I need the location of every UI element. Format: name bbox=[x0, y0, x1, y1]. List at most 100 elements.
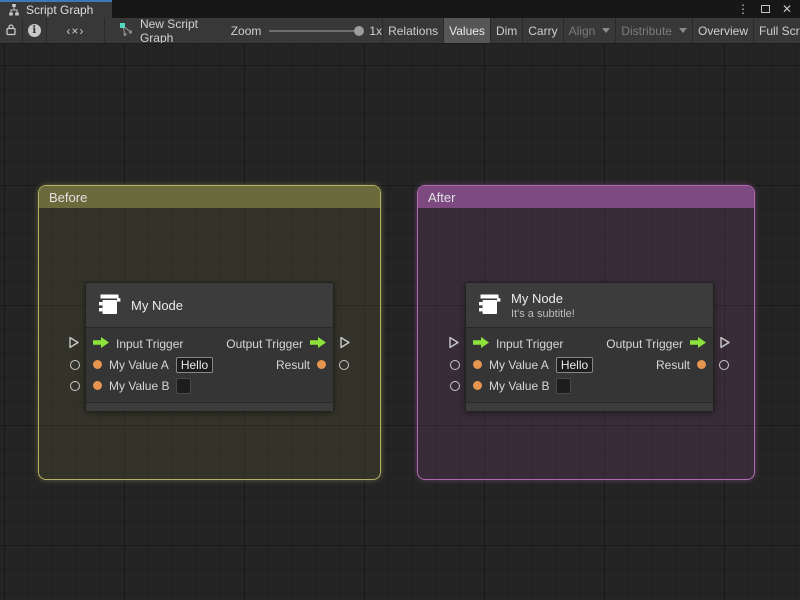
value-a-input[interactable]: Hello bbox=[555, 356, 594, 373]
tab-script-graph[interactable]: Script Graph bbox=[0, 0, 112, 18]
values-button[interactable]: Values bbox=[444, 18, 491, 43]
values-label: Values bbox=[449, 23, 485, 38]
fullscreen-button[interactable]: Full Screen bbox=[754, 18, 800, 43]
port-row-value-a: My Value A Hello Result bbox=[86, 354, 333, 375]
external-value-b-port[interactable] bbox=[70, 381, 80, 391]
align-label: Align bbox=[568, 23, 596, 38]
external-result-port[interactable] bbox=[719, 360, 729, 370]
lock-button[interactable] bbox=[0, 18, 22, 43]
value-b-port-icon[interactable] bbox=[93, 381, 102, 390]
external-output-trigger-port[interactable] bbox=[339, 336, 351, 352]
zoom-value: 1x bbox=[369, 23, 383, 38]
result-label: Result bbox=[275, 357, 310, 372]
relations-button[interactable]: Relations bbox=[383, 18, 445, 43]
group-before-header[interactable]: Before bbox=[39, 186, 380, 208]
overview-button[interactable]: Overview bbox=[693, 18, 754, 43]
graph-hierarchy-icon bbox=[8, 4, 20, 16]
input-trigger-label: Input Trigger bbox=[496, 336, 564, 351]
dim-button[interactable]: Dim bbox=[491, 18, 524, 43]
overview-label: Overview bbox=[697, 23, 748, 38]
more-menu-icon[interactable]: ⋮ bbox=[736, 2, 750, 16]
info-button[interactable]: i bbox=[23, 18, 46, 43]
port-row-trigger: Input Trigger Output Trigger bbox=[86, 333, 333, 354]
port-row-value-b: My Value B bbox=[86, 375, 333, 396]
script-graph-asset-icon bbox=[119, 22, 133, 39]
carry-label: Carry bbox=[528, 23, 558, 38]
node-body: Input Trigger Output Trigger My Value A … bbox=[466, 328, 713, 402]
titlebar: Script Graph ⋮ ✕ bbox=[0, 0, 800, 18]
external-input-trigger-port[interactable] bbox=[68, 336, 80, 352]
external-value-b-port[interactable] bbox=[450, 381, 460, 391]
node-before-wrapper: My Node Input Trigger Output Trigger My … bbox=[69, 282, 350, 411]
distribute-label: Distribute bbox=[621, 23, 672, 38]
relations-label: Relations bbox=[388, 23, 439, 38]
zoom-slider-handle[interactable] bbox=[354, 25, 365, 36]
code-view-button[interactable]: ‹×› bbox=[47, 18, 105, 43]
node-subtitle: It's a subtitle! bbox=[511, 307, 575, 320]
close-icon[interactable]: ✕ bbox=[780, 2, 794, 16]
script-graph-window: Script Graph ⋮ ✕ i ‹×› New Script Graph … bbox=[0, 0, 800, 600]
output-trigger-port-icon[interactable] bbox=[690, 336, 706, 351]
chevron-down-icon bbox=[678, 28, 687, 33]
external-value-a-port[interactable] bbox=[450, 360, 460, 370]
input-trigger-port-icon[interactable] bbox=[93, 336, 109, 351]
info-icon: i bbox=[27, 24, 41, 37]
external-input-trigger-port[interactable] bbox=[448, 336, 460, 352]
lock-icon bbox=[5, 23, 17, 39]
port-row-value-a: My Value A Hello Result bbox=[466, 354, 713, 375]
unit-icon bbox=[96, 291, 122, 320]
group-after-title: After bbox=[428, 189, 456, 205]
toolbar: i ‹×› New Script Graph Zoom 1x Relations… bbox=[0, 18, 800, 44]
unit-icon bbox=[476, 291, 502, 320]
result-port-icon[interactable] bbox=[317, 360, 326, 369]
graph-canvas[interactable]: Before After My Node Input Trigger Outpu… bbox=[0, 44, 800, 600]
node-footer bbox=[86, 402, 333, 411]
node-header[interactable]: My Node bbox=[86, 283, 333, 328]
value-b-label: My Value B bbox=[489, 378, 550, 393]
port-row-value-b: My Value B bbox=[466, 375, 713, 396]
input-trigger-label: Input Trigger bbox=[116, 336, 184, 351]
maximize-icon[interactable] bbox=[758, 2, 772, 16]
toolbar-right-buttons: Relations Values Dim Carry Align Distrib… bbox=[382, 18, 800, 43]
output-trigger-port-icon[interactable] bbox=[310, 336, 326, 351]
align-dropdown[interactable]: Align bbox=[564, 18, 617, 43]
value-a-label: My Value A bbox=[489, 357, 549, 372]
zoom-slider[interactable] bbox=[269, 25, 365, 36]
node-my-node-after[interactable]: My Node It's a subtitle! Input Trigger O… bbox=[465, 282, 714, 411]
maximize-box bbox=[760, 5, 770, 13]
external-value-a-port[interactable] bbox=[70, 360, 80, 370]
window-controls: ⋮ ✕ bbox=[736, 0, 800, 18]
node-my-node-before[interactable]: My Node Input Trigger Output Trigger My … bbox=[85, 282, 334, 411]
chevron-down-icon bbox=[602, 28, 611, 33]
value-a-input[interactable]: Hello bbox=[175, 356, 214, 373]
value-b-input[interactable] bbox=[176, 377, 192, 394]
node-body: Input Trigger Output Trigger My Value A … bbox=[86, 328, 333, 402]
distribute-dropdown[interactable]: Distribute bbox=[616, 18, 693, 43]
value-b-port-icon[interactable] bbox=[473, 381, 482, 390]
node-title: My Node bbox=[131, 297, 184, 313]
zoom-label: Zoom bbox=[230, 23, 262, 38]
fullscreen-label: Full Screen bbox=[759, 23, 800, 38]
node-title: My Node bbox=[511, 290, 564, 306]
value-b-label: My Value B bbox=[109, 378, 170, 393]
external-result-port[interactable] bbox=[339, 360, 349, 370]
new-script-graph-button[interactable]: New Script Graph bbox=[113, 18, 217, 43]
value-a-port-icon[interactable] bbox=[473, 360, 482, 369]
output-trigger-label: Output Trigger bbox=[606, 336, 683, 351]
result-label: Result bbox=[655, 357, 690, 372]
node-header[interactable]: My Node It's a subtitle! bbox=[466, 283, 713, 328]
port-row-trigger: Input Trigger Output Trigger bbox=[466, 333, 713, 354]
external-output-trigger-port[interactable] bbox=[719, 336, 731, 352]
input-trigger-port-icon[interactable] bbox=[473, 336, 489, 351]
node-footer bbox=[466, 402, 713, 411]
node-after-wrapper: My Node It's a subtitle! Input Trigger O… bbox=[449, 282, 730, 411]
output-trigger-label: Output Trigger bbox=[226, 336, 303, 351]
value-a-port-icon[interactable] bbox=[93, 360, 102, 369]
dim-label: Dim bbox=[495, 23, 518, 38]
group-before-title: Before bbox=[49, 189, 88, 205]
carry-button[interactable]: Carry bbox=[523, 18, 564, 43]
group-after-header[interactable]: After bbox=[418, 186, 754, 208]
value-b-input[interactable] bbox=[556, 377, 572, 394]
new-script-graph-label: New Script Graph bbox=[139, 18, 198, 44]
result-port-icon[interactable] bbox=[697, 360, 706, 369]
